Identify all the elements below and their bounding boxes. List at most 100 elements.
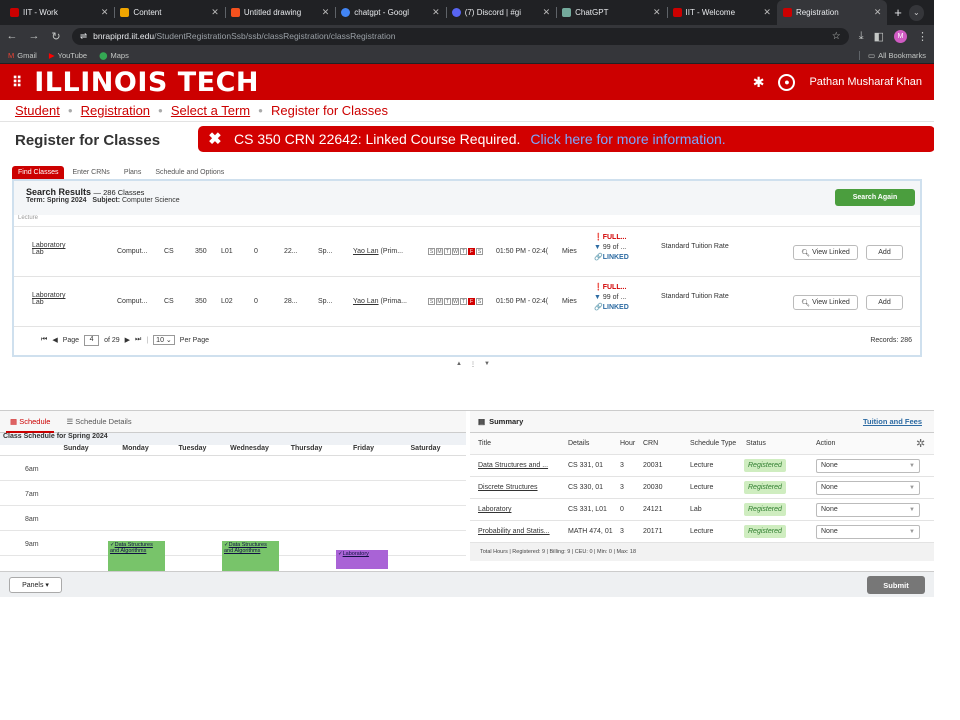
search-again-button[interactable]: Search Again bbox=[835, 189, 915, 206]
drag-handle-icon[interactable]: ⋮ bbox=[470, 361, 476, 368]
close-error-icon[interactable]: ✖ bbox=[206, 130, 224, 148]
chatgpt-icon bbox=[562, 8, 572, 17]
results-header: Search Results — 286 Classes Term: Sprin… bbox=[14, 181, 920, 215]
bookmark-youtube[interactable]: ▶ YouTube bbox=[49, 51, 87, 60]
close-icon[interactable]: ✕ bbox=[874, 7, 882, 18]
close-icon[interactable]: ✕ bbox=[322, 7, 330, 18]
new-tab-button[interactable]: + bbox=[887, 0, 908, 25]
error-more-info-link[interactable]: Click here for more information. bbox=[530, 131, 725, 147]
tab-find-classes[interactable]: Find Classes bbox=[12, 166, 65, 179]
forward-icon[interactable]: → bbox=[28, 30, 40, 42]
add-button[interactable]: Add bbox=[866, 295, 903, 310]
view-linked-button[interactable]: 🔍︎ View Linked bbox=[793, 245, 858, 260]
summary-title-link[interactable]: Laboratory bbox=[478, 506, 511, 513]
summary-row[interactable]: Discrete Structures CS 330, 01 3 20030 L… bbox=[470, 477, 934, 499]
splitter-handle[interactable]: ▲ ⋮ ▼ bbox=[456, 361, 496, 368]
side-panel-icon[interactable]: ◧ bbox=[874, 30, 884, 43]
add-button[interactable]: Add bbox=[866, 245, 903, 260]
results-title: Search Results — 286 Classes bbox=[26, 187, 908, 197]
schedule-event[interactable]: ✓Laboratory bbox=[336, 550, 388, 569]
close-icon[interactable]: ✕ bbox=[543, 7, 551, 18]
summary-row[interactable]: Data Structures and ... CS 331, 01 3 200… bbox=[470, 455, 934, 477]
action-select[interactable]: None ▼ bbox=[816, 524, 920, 539]
details: CS 331, 01 bbox=[568, 462, 604, 469]
view-linked-button[interactable]: 🔍︎ View Linked bbox=[793, 295, 858, 310]
browser-tab-drawing[interactable]: Untitled drawing ✕ bbox=[224, 0, 335, 25]
browser-tab-discord[interactable]: (7) Discord | #gi ✕ bbox=[445, 0, 556, 25]
schedule-event[interactable]: ✓Data Structures and Algorithms bbox=[108, 541, 165, 574]
discord-icon bbox=[451, 8, 461, 17]
profile-avatar[interactable]: M bbox=[894, 29, 907, 43]
details: CS 331, L01 bbox=[568, 506, 607, 513]
next-page-icon[interactable]: ▶ bbox=[125, 336, 130, 344]
close-icon[interactable]: ✕ bbox=[432, 7, 440, 18]
gear-icon[interactable]: ✲ bbox=[916, 437, 925, 450]
meeting-time: 01:50 PM - 02:4( bbox=[496, 248, 549, 255]
close-icon[interactable]: ✕ bbox=[211, 7, 219, 18]
summary-title-link[interactable]: Probability and Statis... bbox=[478, 528, 550, 535]
browser-tab-content[interactable]: Content ✕ bbox=[114, 0, 224, 25]
collapse-down-icon[interactable]: ▼ bbox=[484, 361, 490, 367]
first-page-icon[interactable]: ⏮ bbox=[41, 336, 47, 344]
tab-schedule[interactable]: ▦ Schedule bbox=[6, 411, 55, 433]
prev-page-icon[interactable]: ◀ bbox=[52, 336, 57, 344]
action-select[interactable]: None ▼ bbox=[816, 502, 920, 517]
menu-icon[interactable]: ⋮ bbox=[917, 30, 928, 43]
meeting-days: SMTWTFS bbox=[428, 298, 483, 305]
close-icon[interactable]: ✕ bbox=[653, 7, 661, 18]
tab-schedule-details[interactable]: ☰ Schedule Details bbox=[66, 417, 131, 426]
panel-splitter[interactable]: ▲ ⋮ ▼ bbox=[0, 357, 934, 371]
tab-search-icon[interactable]: ⌄ bbox=[908, 4, 925, 21]
instructor-link[interactable]: Yao Lan bbox=[353, 298, 379, 305]
site-info-icon[interactable]: ⇌ bbox=[80, 31, 87, 42]
chevron-down-icon: ▼ bbox=[909, 484, 915, 491]
address-bar[interactable]: ⇌ bnrapiprd.iit.edu/StudentRegistrationS… bbox=[72, 27, 849, 45]
breadcrumb-select-term[interactable]: Select a Term bbox=[171, 103, 250, 118]
download-icon[interactable]: ⤓ bbox=[859, 30, 864, 43]
user-name[interactable]: Pathan Musharaf Khan bbox=[809, 76, 922, 88]
course-title-link[interactable]: Laboratory bbox=[32, 292, 65, 299]
browser-tab-iit-work[interactable]: IIT - Work ✕ bbox=[4, 0, 114, 25]
tuition-fees-link[interactable]: Tuition and Fees bbox=[863, 417, 922, 426]
last-page-icon[interactable]: ⏭ bbox=[135, 336, 141, 344]
action-select[interactable]: None ▼ bbox=[816, 480, 920, 495]
summary-row[interactable]: Probability and Statis... MATH 474, 01 3… bbox=[470, 521, 934, 543]
bookmark-gmail[interactable]: M Gmail bbox=[8, 51, 37, 60]
bookmark-maps[interactable]: ⬤ Maps bbox=[99, 51, 129, 60]
schedule-event[interactable]: ✓Data Structures and Algorithms bbox=[222, 541, 279, 574]
close-icon[interactable]: ✕ bbox=[763, 7, 771, 18]
table-row[interactable]: Laboratory Lab Comput... CS 350 L02 0 28.… bbox=[14, 277, 920, 327]
close-icon[interactable]: ✕ bbox=[101, 7, 109, 18]
table-row[interactable]: Laboratory Lab Comput... CS 350 L01 0 22.… bbox=[14, 227, 920, 277]
action-select[interactable]: None ▼ bbox=[816, 458, 920, 473]
panels-button[interactable]: Panels ▾ bbox=[9, 577, 62, 593]
browser-tab-chatgpt[interactable]: ChatGPT ✕ bbox=[556, 0, 666, 25]
browser-tab-google[interactable]: chatgpt - Googl ✕ bbox=[335, 0, 445, 25]
browser-tab-iit-welcome[interactable]: IIT - Welcome ✕ bbox=[666, 0, 777, 25]
seats-available: 99 of ... bbox=[602, 294, 627, 301]
bookmark-star-icon[interactable]: ☆ bbox=[832, 31, 841, 42]
summary-row[interactable]: Laboratory CS 331, L01 0 24121 Lab Regis… bbox=[470, 499, 934, 521]
breadcrumb-student[interactable]: Student bbox=[15, 103, 60, 118]
collapse-up-icon[interactable]: ▲ bbox=[456, 361, 462, 367]
menu-grid-icon[interactable]: ⠿ bbox=[12, 74, 22, 91]
logo[interactable]: ILLINOIS TECH bbox=[34, 67, 259, 98]
breadcrumb-registration[interactable]: Registration bbox=[81, 103, 150, 118]
all-bookmarks[interactable]: ▭ All Bookmarks bbox=[858, 50, 926, 60]
tab-enter-crns[interactable]: Enter CRNs bbox=[66, 166, 115, 179]
tab-schedule-options[interactable]: Schedule and Options bbox=[149, 166, 230, 179]
browser-tab-registration[interactable]: Registration ✕ bbox=[776, 0, 888, 25]
seats-down-icon: ▼ bbox=[594, 294, 601, 301]
submit-button[interactable]: Submit bbox=[867, 576, 925, 594]
back-icon[interactable]: ← bbox=[6, 30, 18, 42]
user-icon[interactable]: ● bbox=[778, 73, 796, 91]
settings-icon[interactable]: ✱ bbox=[753, 74, 765, 91]
reload-icon[interactable]: ↻ bbox=[50, 30, 62, 43]
tab-plans[interactable]: Plans bbox=[118, 166, 148, 179]
page-input[interactable]: 4 bbox=[84, 334, 100, 346]
summary-title-link[interactable]: Data Structures and ... bbox=[478, 462, 548, 469]
course-title-link[interactable]: Laboratory bbox=[32, 242, 65, 249]
instructor-link[interactable]: Yao Lan bbox=[353, 248, 379, 255]
summary-title-link[interactable]: Discrete Structures bbox=[478, 484, 538, 491]
per-page-select[interactable]: 10 ⌄ bbox=[153, 335, 175, 345]
